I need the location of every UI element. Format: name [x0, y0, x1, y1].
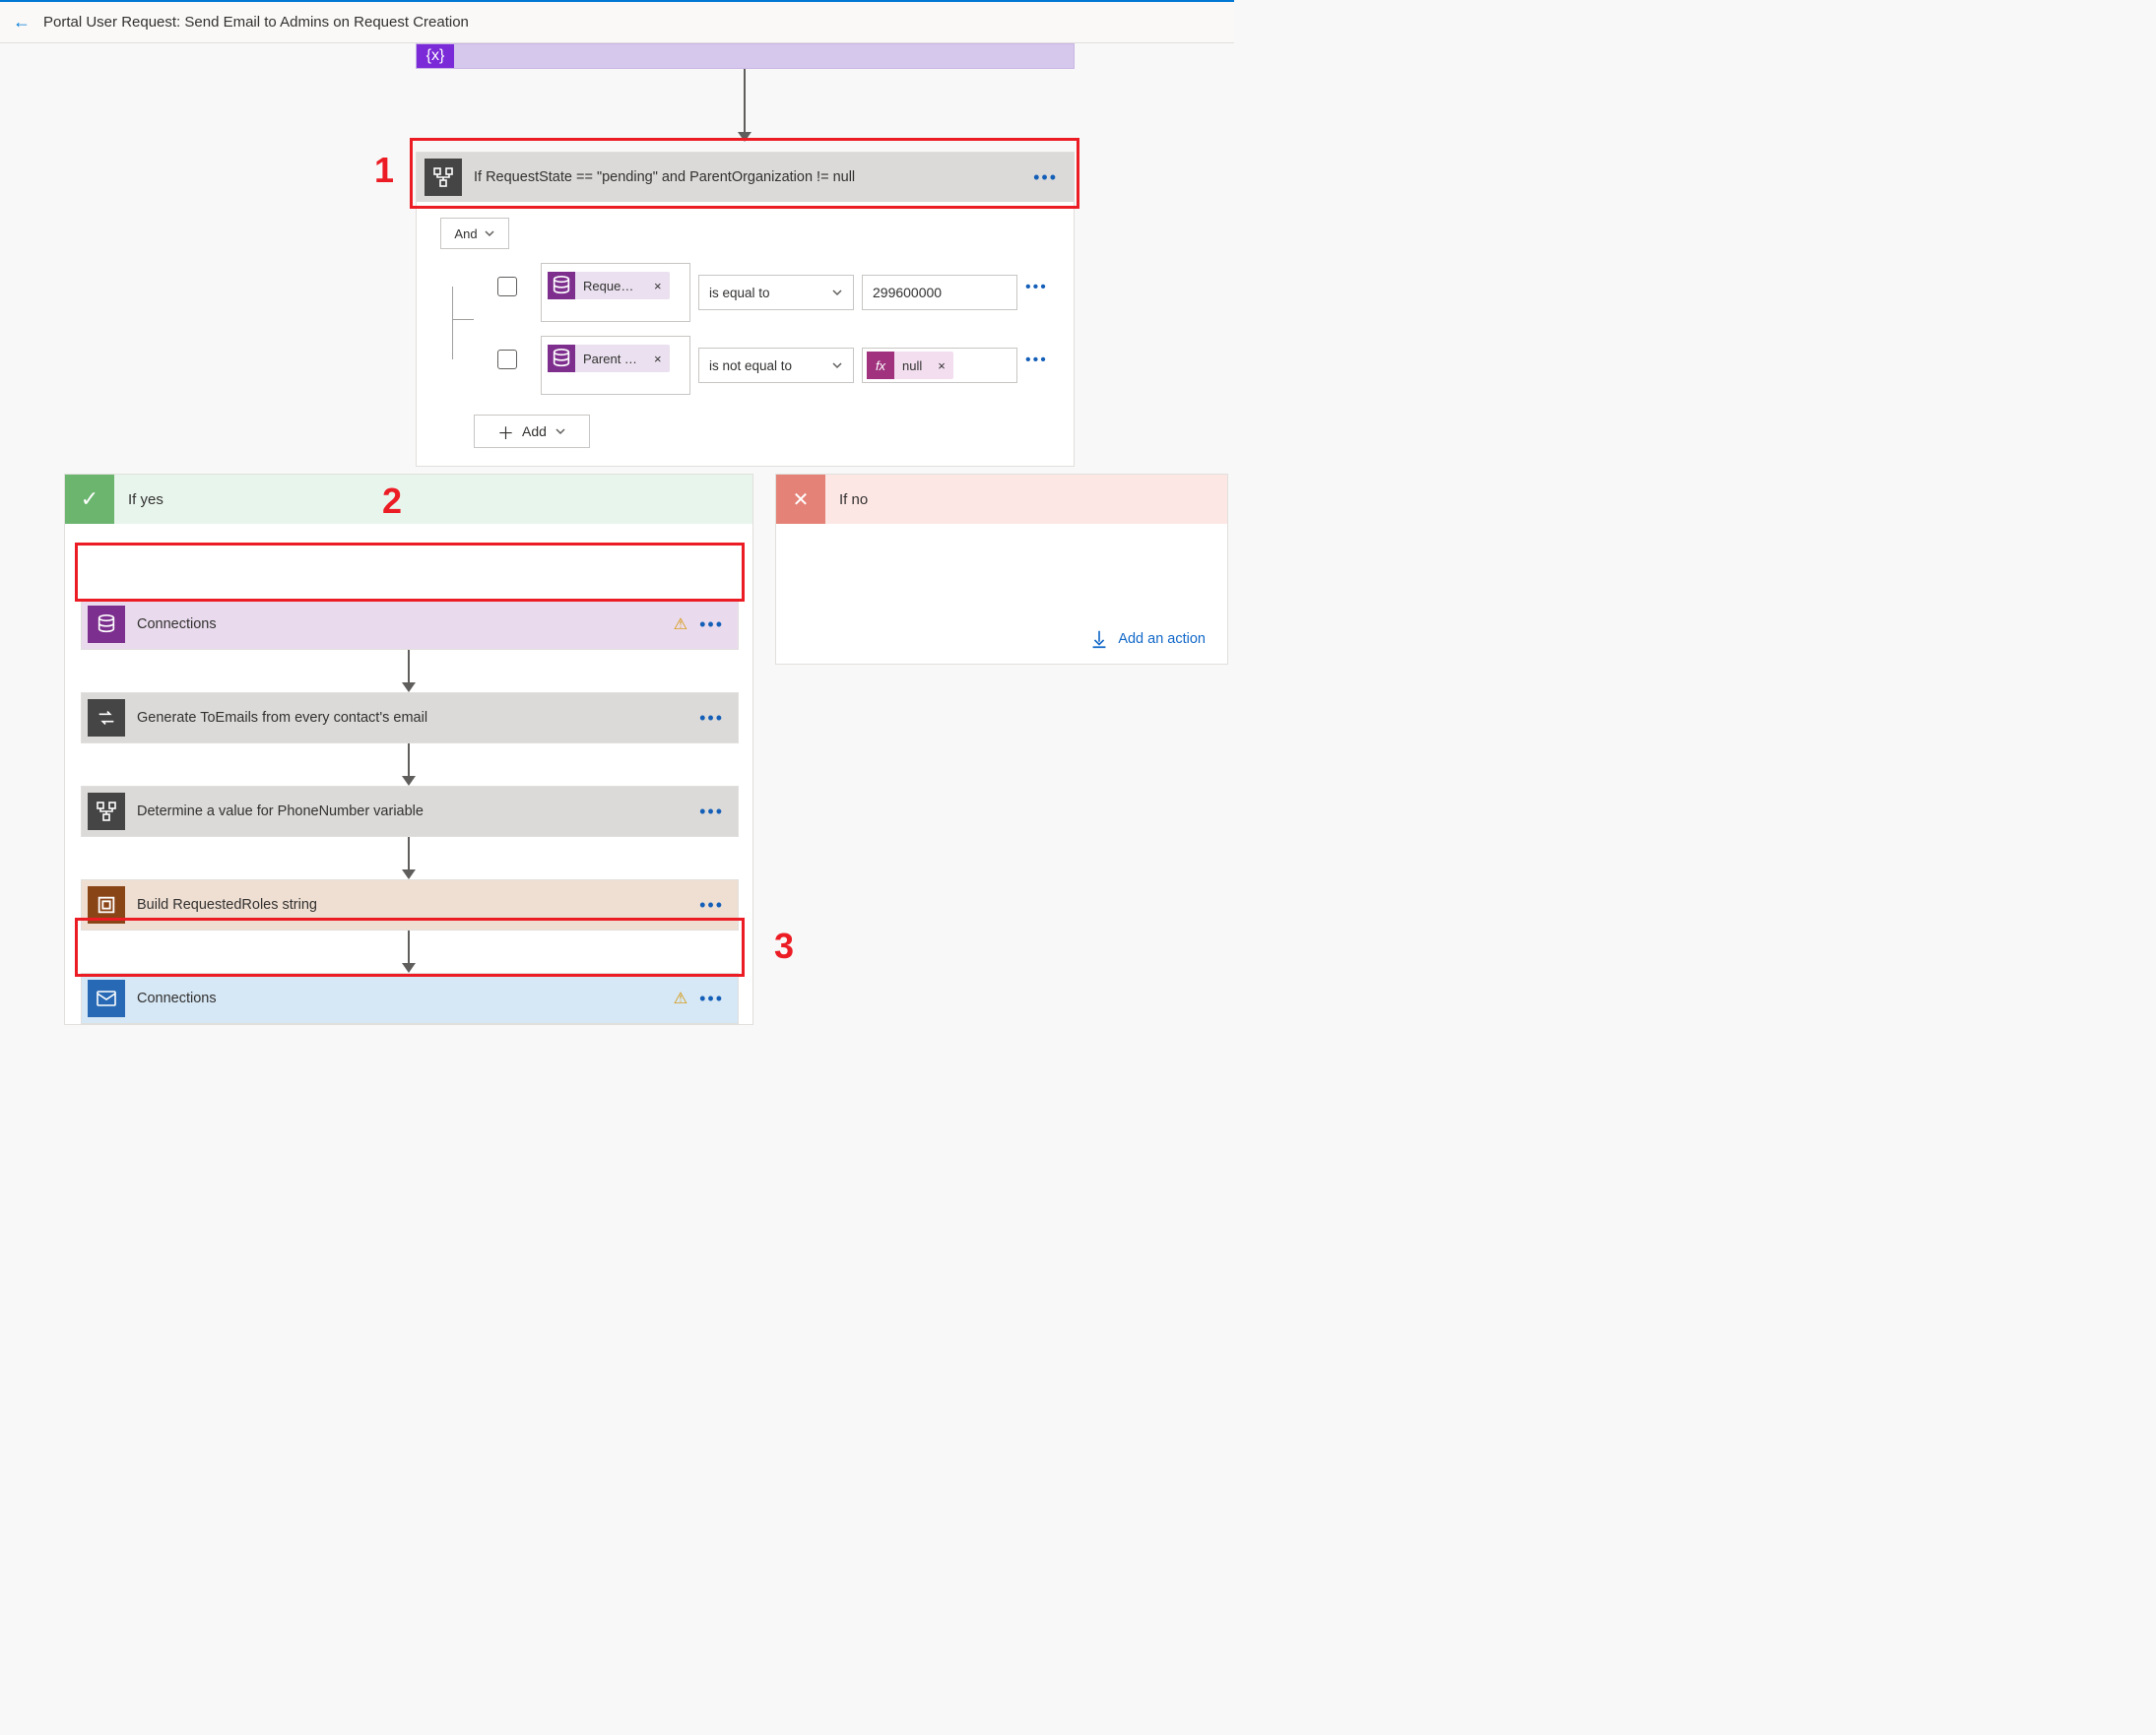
annotation-number-1: 1 — [374, 150, 394, 191]
step-connections-2[interactable]: Connections ⚠ ••• — [81, 973, 739, 1024]
warning-icon: ⚠ — [674, 614, 687, 634]
token-label: Request … — [575, 279, 646, 293]
value-field[interactable]: 299600000 — [862, 275, 1017, 310]
dataverse-icon — [88, 606, 125, 643]
condition-more-button[interactable]: ••• — [1025, 167, 1066, 188]
add-action-icon — [1088, 628, 1110, 650]
dynamic-token[interactable]: Request … × — [548, 272, 670, 299]
step-connections-1[interactable]: Connections ⚠ ••• — [81, 599, 739, 650]
condition-header[interactable]: If RequestState == "pending" and ParentO… — [417, 153, 1074, 202]
if-no-label: If no — [839, 491, 868, 508]
add-action-button[interactable]: Add an action — [1088, 628, 1206, 650]
expression-token[interactable]: fx null × — [867, 352, 953, 379]
step-build-requestedroles[interactable]: Build RequestedRoles string ••• — [81, 879, 739, 931]
if-yes-header[interactable]: ✓ If yes — [65, 475, 752, 524]
if-yes-label: If yes — [128, 491, 163, 508]
step-label: Generate ToEmails from every contact's e… — [137, 710, 691, 726]
token-remove-icon[interactable]: × — [930, 358, 953, 373]
step-more-button[interactable]: ••• — [691, 708, 732, 729]
close-icon: ✕ — [776, 475, 825, 524]
if-no-branch: ✕ If no Add an action — [775, 474, 1228, 665]
variable-icon: {x} — [417, 44, 454, 68]
step-label: Connections — [137, 991, 674, 1006]
left-operand-field[interactable]: Parent O… × — [541, 336, 690, 395]
condition-card: If RequestState == "pending" and ParentO… — [416, 152, 1075, 467]
step-label: Build RequestedRoles string — [137, 897, 691, 913]
row-checkbox[interactable] — [497, 277, 517, 296]
row-more-button[interactable]: ••• — [1025, 352, 1048, 369]
step-more-button[interactable]: ••• — [691, 895, 732, 916]
dynamic-token[interactable]: Parent O… × — [548, 345, 670, 372]
token-remove-icon[interactable]: × — [646, 352, 670, 366]
arrow-icon — [408, 931, 410, 963]
operator-dropdown[interactable]: is not equal to — [698, 348, 854, 383]
step-label: Determine a value for PhoneNumber variab… — [137, 803, 691, 819]
condition-row: Request … × is equal to 299600000 ••• — [452, 263, 1056, 322]
step-more-button[interactable]: ••• — [691, 802, 732, 822]
condition-title: If RequestState == "pending" and ParentO… — [474, 169, 1025, 185]
step-determine-phone[interactable]: Determine a value for PhoneNumber variab… — [81, 786, 739, 837]
condition-icon — [425, 159, 462, 196]
row-checkbox[interactable] — [497, 350, 517, 369]
token-label: null — [894, 358, 930, 373]
check-icon: ✓ — [65, 475, 114, 524]
loop-icon — [88, 699, 125, 737]
if-no-header[interactable]: ✕ If no — [776, 475, 1227, 524]
arrow-icon — [408, 743, 410, 776]
annotation-number-3: 3 — [774, 926, 794, 967]
operator-label: is equal to — [709, 286, 770, 300]
outlook-icon — [88, 980, 125, 1017]
dataverse-icon — [548, 345, 575, 372]
row-more-button[interactable]: ••• — [1025, 279, 1048, 296]
dataverse-icon — [548, 272, 575, 299]
page-title: Portal User Request: Send Email to Admin… — [43, 14, 469, 31]
group-operator-label: And — [454, 226, 477, 241]
add-condition-button[interactable]: ＋ Add — [474, 415, 590, 448]
condition-row: Parent O… × is not equal to fx null × ••… — [452, 336, 1056, 395]
add-action-label: Add an action — [1118, 631, 1206, 647]
step-more-button[interactable]: ••• — [691, 614, 732, 635]
operator-dropdown[interactable]: is equal to — [698, 275, 854, 310]
arrow-icon — [408, 650, 410, 682]
warning-icon: ⚠ — [674, 989, 687, 1008]
annotation-number-2: 2 — [382, 481, 402, 522]
control-icon — [88, 886, 125, 924]
if-yes-branch: ✓ If yes Connections ⚠ ••• Generate ToEm… — [64, 474, 753, 1025]
group-operator-dropdown[interactable]: And — [440, 218, 509, 249]
plus-icon: ＋ — [497, 419, 514, 444]
step-more-button[interactable]: ••• — [691, 989, 732, 1009]
value-field[interactable]: fx null × — [862, 348, 1017, 383]
left-operand-field[interactable]: Request … × — [541, 263, 690, 322]
arrow-icon — [408, 837, 410, 869]
token-remove-icon[interactable]: × — [646, 279, 670, 293]
step-generate-toemails[interactable]: Generate ToEmails from every contact's e… — [81, 692, 739, 743]
value-text: 299600000 — [873, 285, 942, 300]
back-button[interactable]: ← — [10, 12, 33, 32]
fx-icon: fx — [867, 352, 894, 379]
operator-label: is not equal to — [709, 358, 792, 373]
condition-icon — [88, 793, 125, 830]
step-label: Connections — [137, 616, 674, 632]
add-label: Add — [522, 423, 547, 439]
token-label: Parent O… — [575, 352, 646, 366]
variable-step-stub[interactable]: {x} — [416, 43, 1075, 69]
